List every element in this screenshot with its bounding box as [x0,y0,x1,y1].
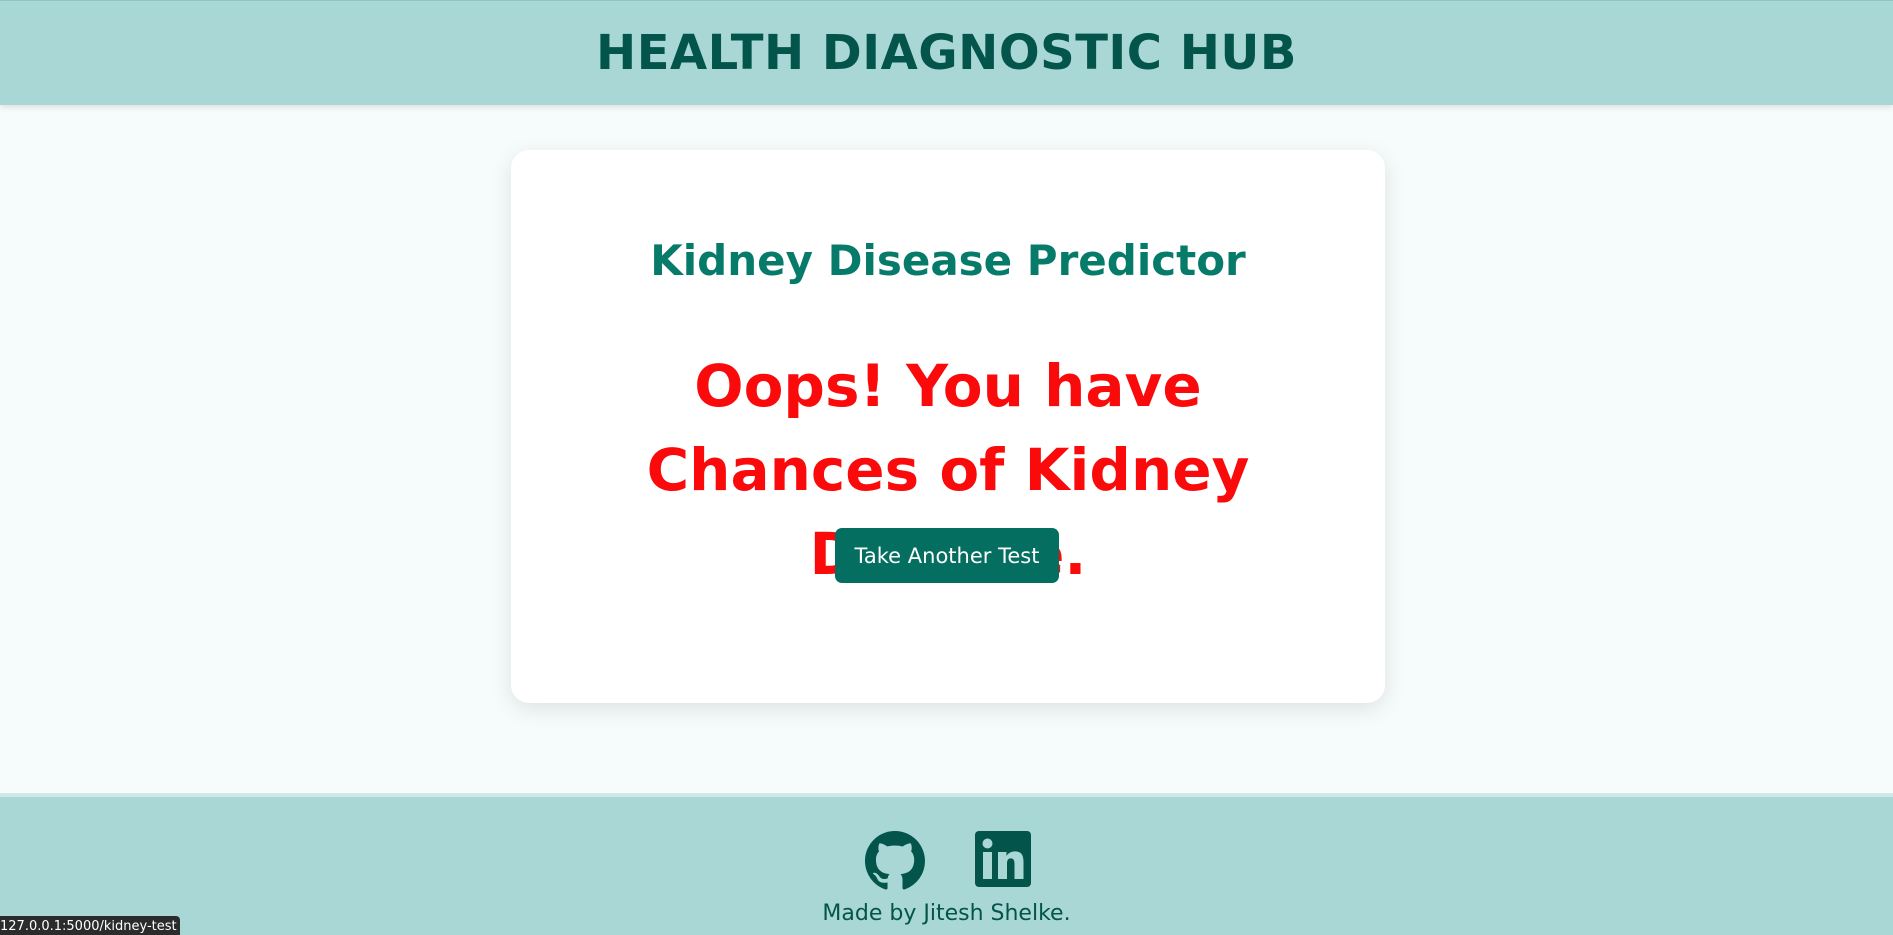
site-header: HEALTH DIAGNOSTIC HUB [0,0,1893,105]
site-footer: Made by Jitesh Shelke. [0,793,1893,935]
github-link[interactable] [865,831,925,891]
footer-credit: Made by Jitesh Shelke. [822,901,1071,926]
predictor-title: Kidney Disease Predictor [650,236,1246,285]
status-url-tooltip: 127.0.0.1:5000/kidney-test [0,916,180,935]
result-card: Kidney Disease Predictor Oops! You have … [511,150,1385,703]
linkedin-link[interactable] [975,831,1035,891]
site-title: HEALTH DIAGNOSTIC HUB [596,25,1297,81]
take-another-test-button[interactable]: Take Another Test [835,528,1059,583]
linkedin-icon [975,831,1031,887]
github-icon [865,831,925,890]
